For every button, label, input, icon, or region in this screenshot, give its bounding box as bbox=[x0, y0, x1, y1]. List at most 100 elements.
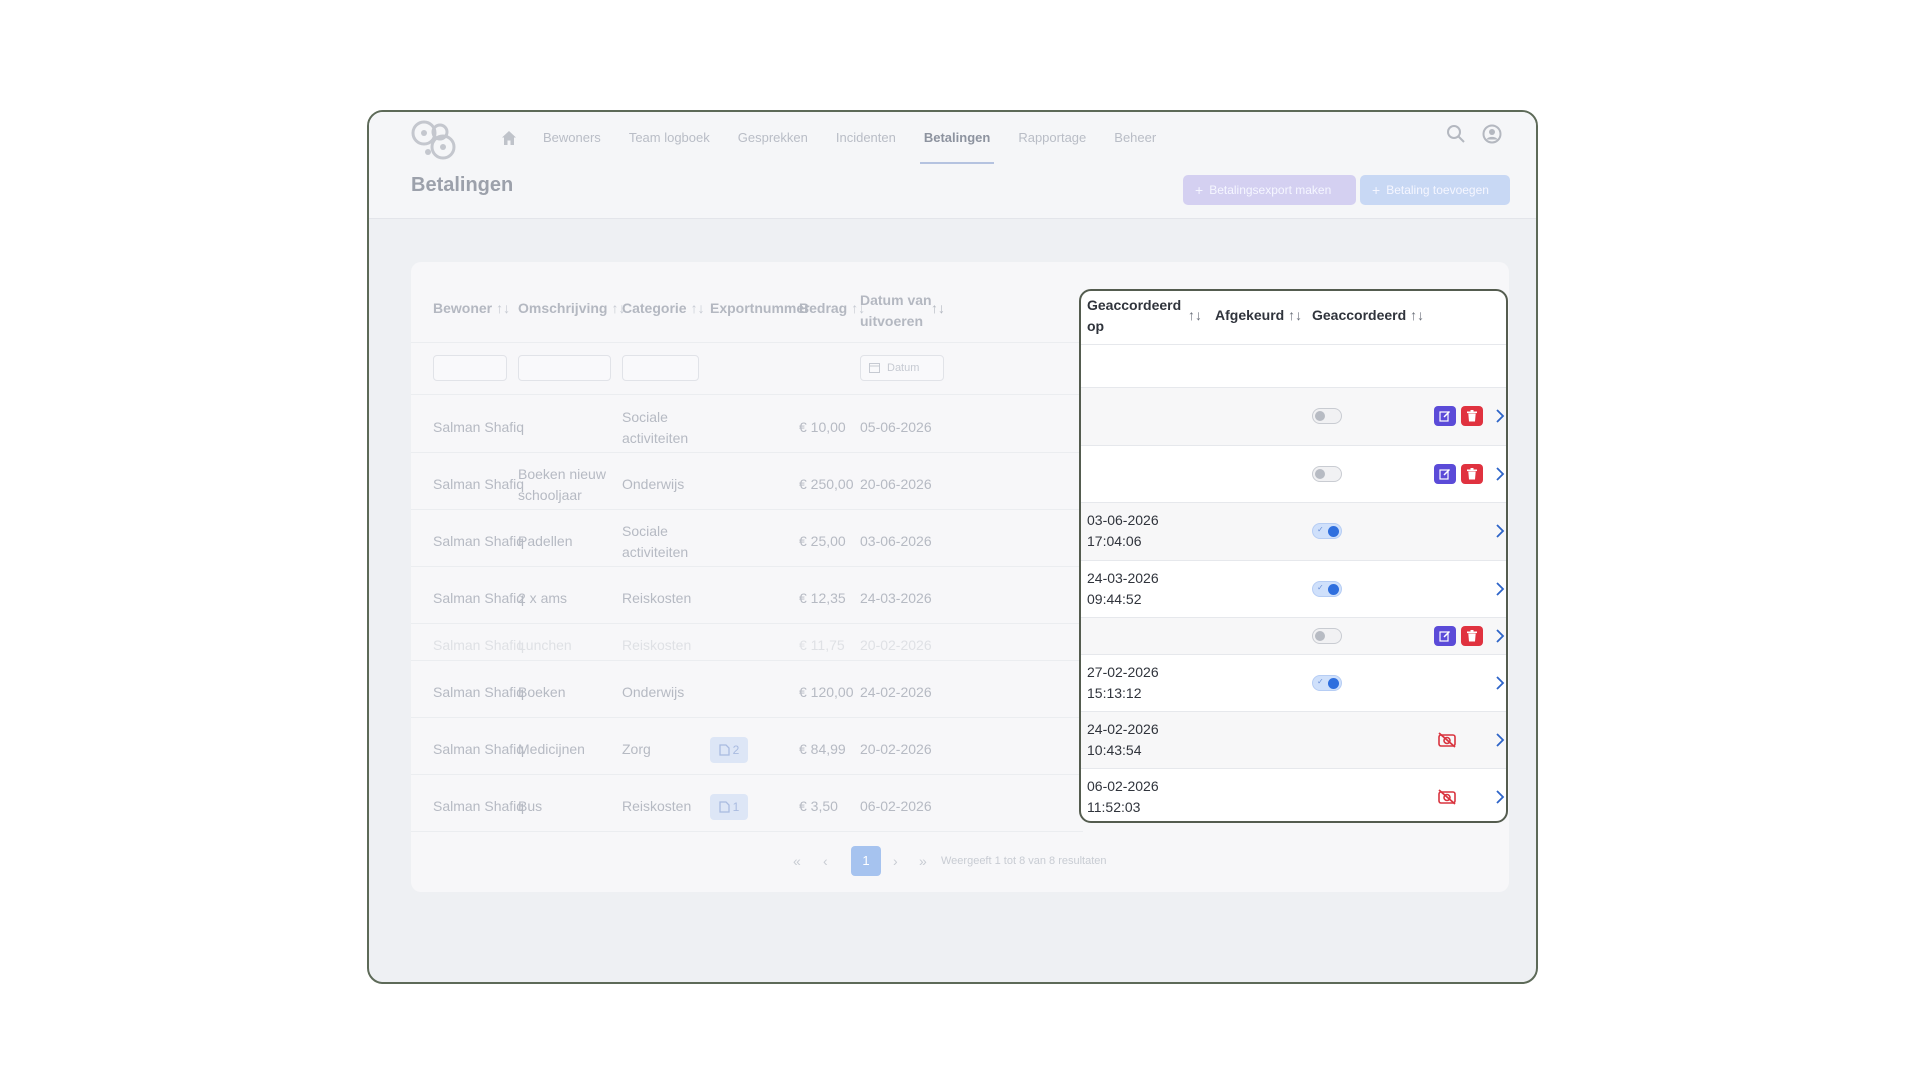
nav-item-incidenten[interactable]: Incidenten bbox=[836, 112, 896, 164]
toggle-knob bbox=[1328, 526, 1339, 537]
plus-icon: + bbox=[1195, 182, 1204, 198]
column-header-categorie[interactable]: Categorie ↑↓ bbox=[622, 300, 705, 316]
cell-geaccordeerd-op: 24-02-2026 10:43:54 bbox=[1087, 721, 1159, 758]
divider bbox=[411, 566, 1083, 567]
toggle-knob bbox=[1315, 411, 1325, 421]
chevron-right-icon[interactable] bbox=[1493, 789, 1507, 805]
divider bbox=[411, 623, 1083, 624]
toggle-knob bbox=[1315, 631, 1325, 641]
add-payment-button[interactable]: + Betaling toevoegen bbox=[1360, 175, 1510, 205]
last-page-button[interactable]: » bbox=[919, 846, 927, 876]
column-header-bewoner[interactable]: Bewoner ↑↓ bbox=[433, 300, 510, 316]
approved-toggle[interactable]: ✓ bbox=[1312, 675, 1342, 691]
chevron-right-icon[interactable] bbox=[1493, 628, 1507, 644]
approved-toggle[interactable] bbox=[1312, 408, 1342, 424]
create-payment-export-label: Betalingsexport maken bbox=[1209, 183, 1332, 197]
nav-item-team-logboek[interactable]: Team logboek bbox=[629, 112, 710, 164]
page-title: Betalingen bbox=[411, 174, 514, 196]
divider bbox=[1081, 344, 1506, 345]
export-number: 2 bbox=[732, 743, 740, 757]
filter-bewoner-input[interactable] bbox=[433, 355, 507, 381]
nav-item-beheer[interactable]: Beheer bbox=[1114, 112, 1156, 164]
top-bar: Bewoners Team logboek Gesprekken Inciden… bbox=[369, 112, 1536, 219]
edit-button[interactable] bbox=[1434, 626, 1456, 646]
delete-button[interactable] bbox=[1461, 626, 1483, 646]
table-row: 24-02-2026 10:43:54 bbox=[1081, 712, 1506, 768]
column-header-omschrijving[interactable]: Omschrijving ↑↓ bbox=[518, 300, 625, 316]
column-header-afgekeurd[interactable]: Afgekeurd ↑↓ bbox=[1215, 305, 1302, 326]
table-row: 06-02-2026 11:52:03 bbox=[1081, 769, 1507, 821]
edit-button[interactable] bbox=[1434, 406, 1456, 426]
cell-bedrag: € 250,00 bbox=[799, 476, 854, 492]
approved-toggle[interactable]: ✓ bbox=[1312, 523, 1342, 539]
sort-icon[interactable]: ↑↓ bbox=[691, 300, 705, 316]
chevron-right-icon[interactable] bbox=[1493, 581, 1507, 597]
chevron-right-icon[interactable] bbox=[1493, 523, 1507, 539]
cell-omschrijving: 2 x ams bbox=[518, 590, 568, 606]
sort-icon[interactable]: ↑↓ bbox=[1410, 307, 1424, 323]
chevron-right-icon[interactable] bbox=[1493, 466, 1507, 482]
edit-icon bbox=[1439, 468, 1451, 480]
nav-item-gesprekken[interactable]: Gesprekken bbox=[738, 112, 808, 164]
sort-icon[interactable]: ↑↓ bbox=[1188, 305, 1202, 326]
nav-item-betalingen[interactable]: Betalingen bbox=[919, 112, 995, 164]
home-icon[interactable] bbox=[501, 128, 521, 148]
nav-item-bewoners[interactable]: Bewoners bbox=[543, 112, 601, 164]
column-header-label: Categorie bbox=[622, 300, 687, 316]
edit-icon bbox=[1439, 410, 1451, 422]
cell-bedrag: € 84,99 bbox=[799, 741, 846, 757]
trash-icon bbox=[1467, 630, 1477, 642]
column-header-label: Geaccordeerd bbox=[1312, 307, 1407, 323]
column-header-geaccordeerd-op[interactable]: Geaccordeerd op bbox=[1087, 295, 1183, 337]
toggle-knob bbox=[1328, 678, 1339, 689]
chevron-right-icon[interactable] bbox=[1493, 732, 1507, 748]
approved-toggle[interactable] bbox=[1312, 466, 1342, 482]
next-page-button[interactable]: › bbox=[893, 846, 898, 876]
toggle-knob bbox=[1315, 469, 1325, 479]
trash-icon bbox=[1467, 410, 1477, 422]
delete-button[interactable] bbox=[1461, 406, 1483, 426]
approved-toggle[interactable]: ✓ bbox=[1312, 581, 1342, 597]
pagination-info: Weergeeft 1 tot 8 van 8 resultaten bbox=[941, 855, 1107, 867]
divider bbox=[411, 509, 1083, 510]
column-header-label: Omschrijving bbox=[518, 300, 608, 316]
column-header-geaccordeerd[interactable]: Geaccordeerd ↑↓ bbox=[1312, 305, 1424, 326]
export-number-badge[interactable]: 1 bbox=[710, 794, 748, 820]
camera-off-icon bbox=[1438, 732, 1456, 748]
approved-toggle[interactable] bbox=[1312, 628, 1342, 644]
logo[interactable] bbox=[409, 116, 461, 162]
previous-page-button[interactable]: ‹ bbox=[823, 846, 828, 876]
delete-button[interactable] bbox=[1461, 464, 1483, 484]
chevron-right-icon[interactable] bbox=[1493, 675, 1507, 691]
sort-icon[interactable]: ↑↓ bbox=[496, 300, 510, 316]
cell-bedrag: € 12,35 bbox=[799, 590, 846, 606]
filter-categorie-input[interactable] bbox=[622, 355, 699, 381]
cell-bewoner: Salman Shafiq bbox=[433, 798, 525, 814]
filter-datum-input[interactable]: Datum bbox=[860, 355, 944, 381]
user-account-icon[interactable] bbox=[1482, 124, 1502, 144]
payments-table-dimmed: Bewoner ↑↓ Omschrijving ↑↓ Categorie ↑↓ Exp… bbox=[411, 262, 1083, 892]
column-header-datum[interactable]: Datum van uitvoeren bbox=[860, 290, 940, 332]
cell-geaccordeerd-op: 03-06-2026 17:04:06 bbox=[1087, 512, 1159, 549]
search-icon[interactable] bbox=[1446, 124, 1466, 144]
cell-categorie: Reiskosten bbox=[622, 637, 692, 653]
table-row: 27-02-2026 15:13:12 ✓ bbox=[1081, 655, 1506, 711]
column-header-bedrag[interactable]: Bedrag ↑↓ bbox=[799, 300, 865, 316]
edit-icon bbox=[1439, 630, 1451, 642]
nav-item-rapportage[interactable]: Rapportage bbox=[1018, 112, 1086, 164]
edit-button[interactable] bbox=[1434, 464, 1456, 484]
page-1-button[interactable]: 1 bbox=[851, 846, 881, 876]
export-number: 1 bbox=[732, 800, 740, 814]
create-payment-export-button[interactable]: + Betalingsexport maken bbox=[1183, 175, 1356, 205]
sort-icon[interactable]: ↑↓ bbox=[1288, 307, 1302, 323]
filter-omschrijving-input[interactable] bbox=[518, 355, 611, 381]
pagination: « ‹ 1 › » Weergeeft 1 tot 8 van 8 result… bbox=[411, 846, 1509, 876]
cell-categorie: Onderwijs bbox=[622, 684, 685, 700]
plus-icon: + bbox=[1372, 182, 1381, 198]
chevron-right-icon[interactable] bbox=[1493, 408, 1507, 424]
table-row: 24-03-2026 09:44:52 ✓ bbox=[1081, 561, 1506, 617]
first-page-button[interactable]: « bbox=[793, 846, 801, 876]
sort-icon[interactable]: ↑↓ bbox=[931, 300, 945, 316]
export-number-badge[interactable]: 2 bbox=[710, 737, 748, 763]
cell-bedrag: € 10,00 bbox=[799, 419, 846, 435]
